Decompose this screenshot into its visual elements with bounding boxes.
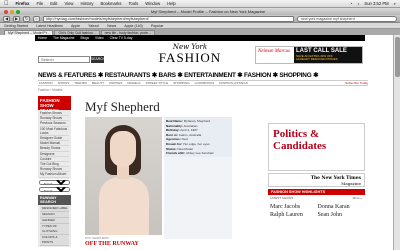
subnav-item[interactable]: LOOKBOOKS [195,81,215,85]
url-field[interactable]: http://nymag.com/fashion/models/myfsheph… [43,15,294,22]
fashion-show-search-box[interactable]: FASHION SHOW SEARCH 2008 [38,96,71,117]
politics-promo[interactable]: Politics & Candidates [268,123,365,171]
stat-row: Friends with: Abbey Lee Kershaw [166,151,214,156]
model-name: Myf Shepherd [85,99,160,114]
runway-search-title: RUNWAY SEARCH [38,194,71,205]
designer-link[interactable]: Donna Karan [318,203,366,211]
menu-file[interactable]: File [36,1,43,6]
subscribe-link[interactable]: Subscribe Today [345,81,368,85]
model-photo[interactable] [85,117,162,235]
subnav-item[interactable]: FASHION LISTINGS [219,81,248,85]
sidebar-link[interactable]: My Fashion Album [40,172,69,178]
menu-view[interactable]: View [64,1,73,6]
nymag-tv-link[interactable]: Clear TV 5-day [110,36,133,40]
bookmark-item[interactable]: Getting Started [4,24,28,28]
designer-link[interactable]: Sean John [318,211,366,219]
bookmark-item[interactable]: News [107,24,116,28]
latest-shows-label: LATEST SHOWS [270,196,294,200]
site-search-button[interactable]: SEARCH [91,56,105,63]
browser-toolbar: ◀ ▶ ↻ ⌂ http://nymag.com/fashion/models/… [0,15,400,23]
subnav-item[interactable]: TRENDS [74,81,87,85]
runway-search-list: DESIGNER LABEL SEASON GENDER TYPES OF CL… [38,204,71,247]
main-nav[interactable]: NEWS & FEATURES ✱ RESTAURANTS ✱ BARS ✱ E… [38,71,368,79]
subnav-item[interactable]: FASHION [39,81,53,85]
logo-fashion: FASHION [158,50,222,65]
off-runway-heading[interactable]: OFF THE RUNWAY [85,241,139,247]
spotlight-icon[interactable]: ⌕ [394,1,396,6]
menu-history[interactable]: History [80,1,93,6]
sidebar-links: Fashion Shows Runway Shows Previous Seas… [38,110,71,179]
menu-window[interactable]: Window [145,1,160,6]
menu-bookmarks[interactable]: Bookmarks [100,1,121,6]
browser-search-field[interactable]: new york magazine myf shepherd [297,15,397,22]
subnav-item[interactable]: SHOPPING [173,81,189,85]
subnav-item[interactable]: PARTIES [109,81,122,85]
photo-caption: MYF SHEPHERD [85,236,109,240]
nyt-magazine-ad[interactable]: The New York Times Magazine [268,173,365,187]
breadcrumb[interactable]: Fashion › Models [38,88,62,92]
designer-link[interactable]: Ralph Lauren [270,211,318,219]
window-titlebar: Myf Shepherd -- Model Profile -- Fashion… [0,8,400,15]
latest-shows-header: LATEST SHOWS More » [268,196,365,200]
designer-profile-select[interactable]: Select Designer Profile [39,179,70,185]
nymag-video-link[interactable]: Video [95,36,104,40]
nymag-top-bar: Home The Magazine Blogs Video Clear TV 5… [35,35,365,41]
runway-filter[interactable]: TYPES OF CLOTHING [40,223,69,235]
bookmark-item[interactable]: Latest Headlines [36,24,63,28]
runway-filter[interactable]: COLORS & PRINTS [40,234,69,246]
neiman-marcus-ad[interactable]: Neiman Marcus LAST CALL SALE SAVE AN EXT… [255,46,363,64]
politics-promo-title: Politics & Candidates [273,128,327,152]
nyt-magazine-label: Magazine [341,181,361,186]
subnav-item[interactable]: BEAUTY [92,81,104,85]
nymag-blogs-link[interactable]: Blogs [81,36,89,40]
sub-nav: FASHION SHOWS TRENDS BEAUTY PARTIES MODE… [38,80,368,86]
mac-menubar:  Firefox File Edit View History Bookmar… [0,0,400,8]
clock[interactable]: Sun 3:52 PM [364,1,388,6]
sidebar-link[interactable]: 100 Most Fabulous Looks [40,127,69,137]
model-profile-select[interactable]: Select Model Profile [39,186,70,192]
nymag-home-link[interactable]: Home [38,36,47,40]
model-stats: Real Name: Myfanwy Shepherd Nationality:… [164,117,232,158]
wifi-icon[interactable]: ◔ [350,1,353,6]
menu-tools[interactable]: Tools [128,1,138,6]
bookmark-item[interactable]: Yahoo! [88,24,99,28]
bookmark-item[interactable]: Apple (140) [124,24,143,28]
ad-brand: Neiman Marcus [256,47,294,63]
app-name[interactable]: Firefox [16,1,30,6]
more-link[interactable]: More » [353,196,362,200]
fashion-show-highlights-header: FASHION SHOW HIGHLIGHTS [268,189,365,195]
site-search-input[interactable]: Search [38,56,90,63]
back-button[interactable]: ◀ [3,15,10,22]
volume-icon[interactable]: ♪ [357,1,359,6]
designer-link[interactable]: Marc Jacobs [270,203,318,211]
window-title: Myf Shepherd -- Model Profile -- Fashion… [150,9,266,14]
apple-icon[interactable]:  [4,1,9,7]
web-page: Home The Magazine Blogs Video Clear TV 5… [0,35,400,250]
subnav-item[interactable]: MODELS [127,81,140,85]
home-icon[interactable]: ⌂ [33,15,40,22]
menu-help[interactable]: Help [167,1,176,6]
bookmark-item[interactable]: Popular [151,24,163,28]
minimize-window-button[interactable] [10,9,14,14]
fashion-logo[interactable]: New York FASHION [135,43,245,64]
close-window-button[interactable] [4,9,8,14]
designer-list: Marc Jacobs Donna Karan Ralph Lauren Sea… [270,203,365,219]
reload-icon[interactable]: ↻ [23,15,30,22]
bookmark-item[interactable]: Apple [71,24,80,28]
vertical-scrollbar[interactable] [393,35,400,250]
menu-edit[interactable]: Edit [50,1,57,6]
ad-line2: ALREADY REDUCED PRICES [296,57,338,62]
subnav-item[interactable]: STREET STYLE [145,81,168,85]
photo-thumbnails[interactable] [164,157,232,239]
subnav-item[interactable]: SHOWS [58,81,70,85]
left-sidebar: FASHION SHOW SEARCH 2008 Fashion Shows R… [38,96,71,250]
scrollbar-thumb[interactable] [395,37,400,77]
nymag-magazine-link[interactable]: The Magazine [53,36,75,40]
forward-button[interactable]: ▶ [13,15,20,22]
